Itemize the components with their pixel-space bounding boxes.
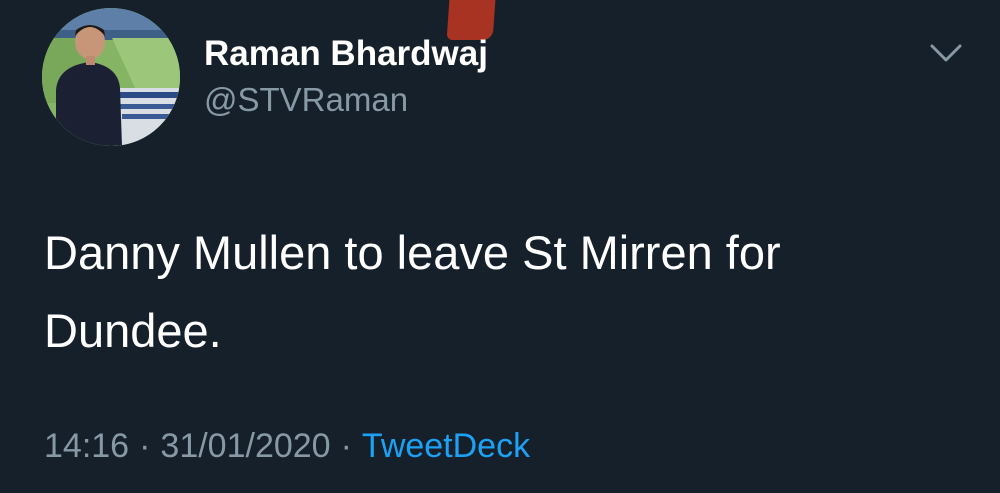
chevron-down-icon[interactable] (926, 38, 966, 68)
tweet-meta: 14:16 · 31/01/2020 · TweetDeck (44, 420, 530, 472)
tweet-card: Raman Bhardwaj @STVRaman Danny Mullen to… (0, 0, 1000, 493)
avatar-photo (42, 8, 180, 146)
source-link[interactable]: TweetDeck (362, 427, 530, 465)
tweet-text-line: Danny Mullen to leave St Mirren for (44, 226, 781, 279)
user-handle[interactable]: @STVRaman (204, 80, 488, 120)
separator: · (340, 427, 352, 465)
tweet-time[interactable]: 14:16 (44, 427, 129, 465)
author-block: Raman Bhardwaj @STVRaman (204, 34, 488, 120)
tweet-text-line: Dundee. (44, 304, 222, 357)
avatar[interactable] (42, 8, 180, 146)
tweet-date[interactable]: 31/01/2020 (160, 427, 330, 465)
separator: · (139, 427, 151, 465)
tweet-text: Danny Mullen to leave St Mirren for Dund… (44, 214, 964, 370)
display-name[interactable]: Raman Bhardwaj (204, 34, 488, 74)
